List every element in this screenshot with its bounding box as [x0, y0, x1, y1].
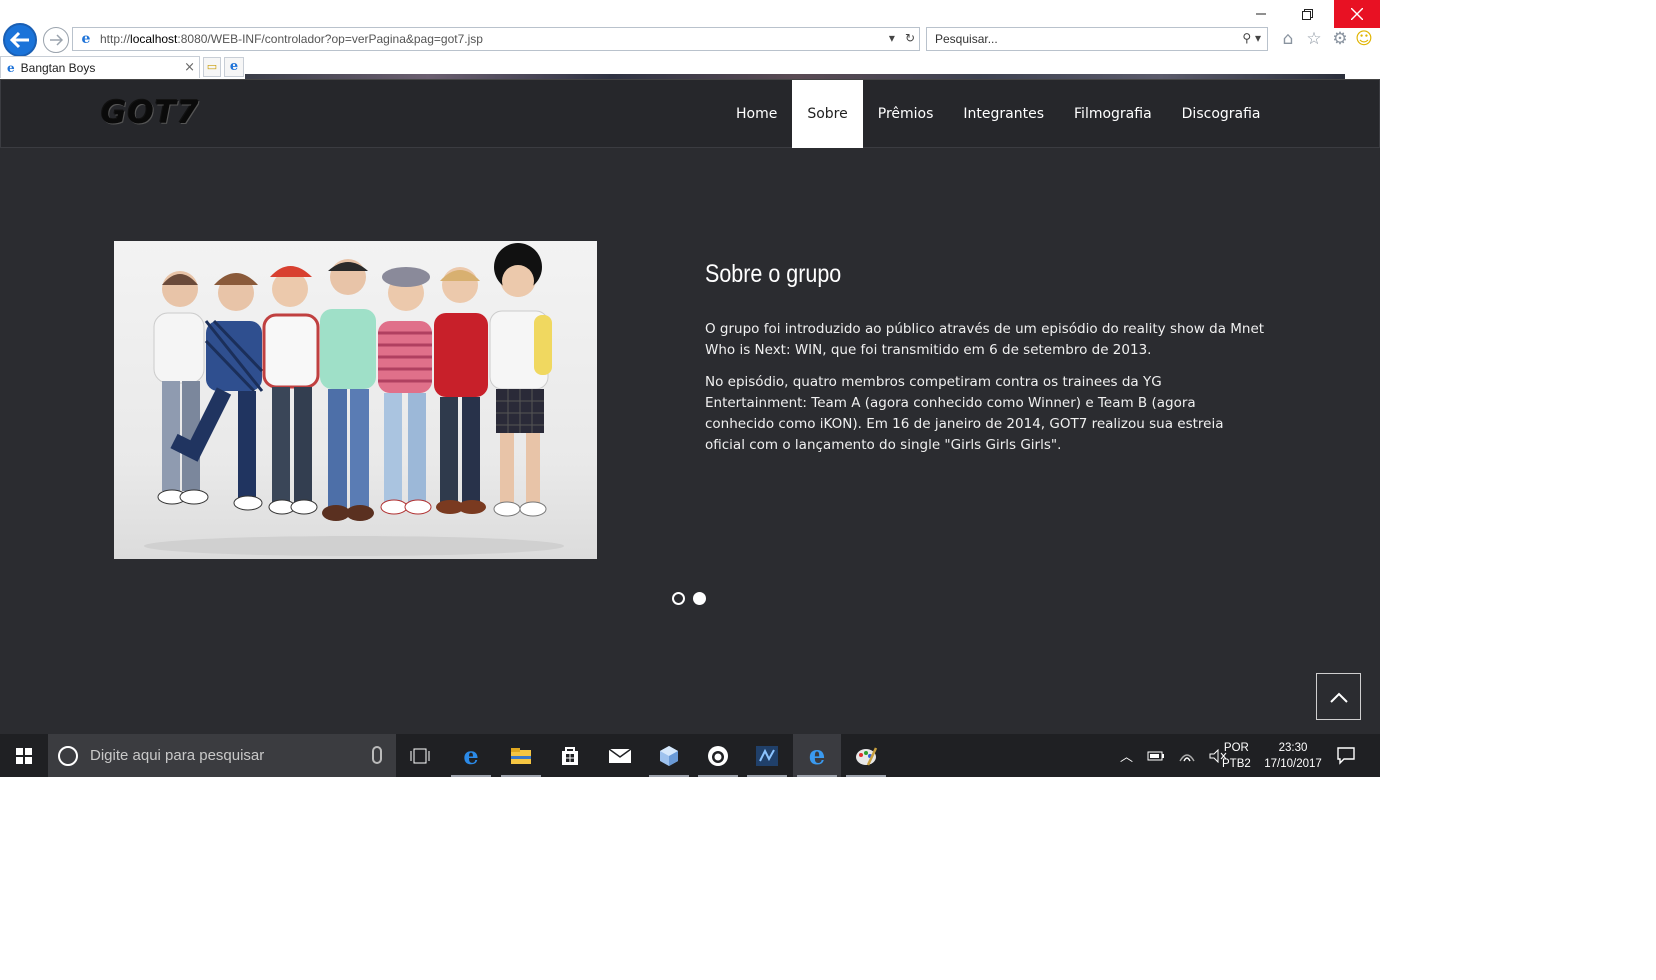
clock[interactable]: 23:30 17/10/2017: [1258, 740, 1328, 772]
ie-page-icon: e: [81, 31, 91, 47]
store-taskbar-icon[interactable]: [546, 734, 594, 777]
search-box[interactable]: ⚲ ▾: [926, 27, 1268, 51]
paint-palette-icon: [856, 746, 878, 766]
wifi-icon[interactable]: [1179, 749, 1195, 763]
member-1-figure: [153, 271, 209, 505]
menu-item-integrantes[interactable]: Integrantes: [948, 80, 1059, 148]
favorites-star-icon[interactable]: ☆: [1304, 29, 1324, 49]
github-icon: [708, 745, 728, 766]
store-bag-icon: [562, 746, 578, 765]
edge-taskbar-icon[interactable]: e: [447, 734, 495, 777]
input-language[interactable]: POR PTB2: [1222, 740, 1251, 772]
back-to-top-button[interactable]: [1316, 673, 1361, 720]
feedback-smiley-icon[interactable]: ☺: [1354, 29, 1374, 49]
restore-button[interactable]: [1284, 0, 1330, 28]
back-arrow-icon: [10, 31, 29, 49]
paint-taskbar-icon[interactable]: [842, 734, 890, 777]
ie-tab-icon[interactable]: e: [224, 57, 244, 77]
taskbar-search-input[interactable]: [90, 747, 360, 764]
address-path: :8080/WEB-INF/controlador?op=verPagina&p…: [177, 32, 483, 46]
about-paragraph-1: O grupo foi introduzido ao público atrav…: [705, 321, 1265, 358]
member-3-figure: [262, 266, 320, 515]
cube-icon: [660, 745, 678, 766]
carousel-dot-2[interactable]: [693, 592, 706, 605]
mail-envelope-icon: [608, 747, 632, 763]
forward-arrow-icon: [50, 34, 63, 46]
menu-item-sobre[interactable]: Sobre: [792, 80, 863, 148]
language-code: POR: [1223, 742, 1249, 754]
task-view-button[interactable]: [396, 734, 444, 777]
menu-item-premios[interactable]: Prêmios: [863, 80, 949, 148]
restore-icon: [1301, 8, 1313, 20]
ide-icon: [756, 745, 778, 766]
carousel-dot-1[interactable]: [672, 592, 685, 605]
microphone-icon[interactable]: [372, 746, 382, 764]
member-7-figure: [489, 243, 552, 517]
internet-explorer-taskbar-icon[interactable]: e: [793, 734, 841, 777]
netbeans-taskbar-icon[interactable]: [743, 734, 791, 777]
search-actions: ⚲ ▾: [1242, 31, 1261, 45]
group-photo-illustration: [144, 243, 564, 556]
menu-item-discografia[interactable]: Discografia: [1167, 80, 1276, 148]
action-center-button[interactable]: [1336, 745, 1356, 765]
tab-bangtan-boys[interactable]: e Bangtan Boys ×: [0, 56, 200, 78]
back-button[interactable]: [3, 23, 37, 57]
browser-chrome: e http://localhost:8080/WEB-INF/controla…: [0, 0, 1380, 79]
search-input[interactable]: [935, 32, 1215, 46]
clock-date: 17/10/2017: [1264, 758, 1322, 770]
close-icon: [1351, 8, 1363, 20]
clock-time: 23:30: [1278, 742, 1308, 754]
chevron-up-tray-icon[interactable]: ︿: [1120, 746, 1133, 765]
carousel-indicators: [672, 592, 706, 605]
address-bar[interactable]: e http://localhost:8080/WEB-INF/controla…: [72, 27, 920, 51]
address-scheme: http://: [100, 32, 131, 46]
file-explorer-taskbar-icon[interactable]: [497, 734, 545, 777]
chevron-up-icon: [1329, 692, 1348, 703]
site-navbar: GOT7 Home Sobre Prêmios Integrantes Film…: [0, 79, 1380, 148]
address-actions: ▾ ↻: [889, 31, 915, 45]
notification-icon: [1337, 747, 1355, 765]
about-paragraph-2: No episódio, quatro membros competiram c…: [705, 374, 1224, 453]
minimize-icon: [1256, 13, 1266, 15]
close-button[interactable]: [1334, 0, 1380, 28]
refresh-icon[interactable]: ↻: [905, 31, 915, 45]
taskbar: e e ︿ POR PTB2: [0, 734, 1380, 777]
site-logo[interactable]: GOT7: [101, 95, 200, 131]
website: GOT7 Home Sobre Prêmios Integrantes Film…: [0, 79, 1380, 734]
taskbar-search[interactable]: [48, 734, 396, 777]
member-4-figure: [320, 259, 376, 521]
cortana-icon: [58, 745, 78, 766]
new-tab-button[interactable]: ▭: [203, 57, 221, 77]
home-icon[interactable]: ⌂: [1278, 29, 1298, 49]
github-taskbar-icon[interactable]: [694, 734, 742, 777]
gear-icon[interactable]: ⚙: [1330, 29, 1350, 49]
screen: e http://localhost:8080/WEB-INF/controla…: [0, 0, 1380, 777]
search-dropdown-icon[interactable]: ▾: [1255, 31, 1261, 45]
keyboard-layout: PTB2: [1222, 758, 1251, 770]
tab-title: Bangtan Boys: [20, 60, 96, 75]
member-6-figure: [434, 267, 488, 514]
windows-logo-icon: [16, 747, 32, 764]
minimize-button[interactable]: [1238, 0, 1284, 28]
task-view-icon: [410, 748, 430, 763]
menu-item-home[interactable]: Home: [721, 80, 792, 148]
address-url[interactable]: http://localhost:8080/WEB-INF/controlado…: [100, 32, 483, 46]
main-menu: Home Sobre Prêmios Integrantes Filmograf…: [721, 80, 1276, 148]
battery-icon[interactable]: [1147, 750, 1165, 762]
search-icon[interactable]: ⚲: [1242, 31, 1251, 45]
tab-ie-icon: e: [7, 60, 15, 75]
menu-item-filmografia[interactable]: Filmografia: [1059, 80, 1167, 148]
mail-taskbar-icon[interactable]: [596, 734, 644, 777]
dropdown-arrow-icon[interactable]: ▾: [889, 31, 895, 45]
forward-button[interactable]: [43, 27, 69, 53]
about-title: Sobre o grupo: [705, 260, 842, 288]
system-tray: ︿: [1120, 734, 1227, 777]
start-button[interactable]: [0, 734, 48, 777]
tab-close-icon[interactable]: ×: [184, 60, 195, 75]
group-photo: [114, 241, 597, 559]
member-5-figure: [378, 267, 432, 515]
folder-icon: [511, 747, 531, 764]
virtualbox-taskbar-icon[interactable]: [645, 734, 693, 777]
address-host: localhost: [130, 32, 178, 46]
